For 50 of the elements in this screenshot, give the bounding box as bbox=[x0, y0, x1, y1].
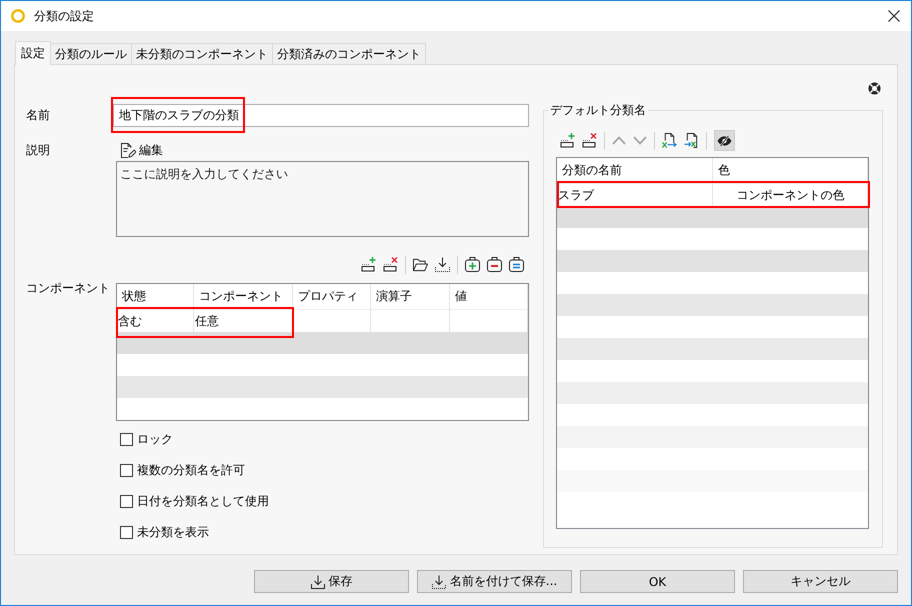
column-header: 色 bbox=[713, 158, 868, 183]
column-header: 状態 bbox=[117, 284, 194, 309]
edit-link[interactable]: 編集 bbox=[121, 142, 163, 159]
group-title: デフォルト分類名 bbox=[549, 104, 647, 117]
checkbox[interactable] bbox=[120, 495, 133, 508]
name-field[interactable]: 地下階のスラブの分類 bbox=[113, 104, 529, 127]
checkbox[interactable] bbox=[120, 526, 133, 539]
checkbox-label: ロック bbox=[137, 431, 173, 448]
cancel-button[interactable]: キャンセル bbox=[743, 570, 898, 593]
eye-slash-icon bbox=[717, 134, 732, 146]
remove-row-icon[interactable] bbox=[582, 133, 597, 148]
column-header: プロパティ bbox=[293, 284, 371, 309]
column-header: 分類の名前 bbox=[557, 158, 713, 183]
tab[interactable]: 設定 bbox=[15, 41, 51, 65]
window-title: 分類の設定 bbox=[34, 8, 95, 24]
download-icon bbox=[310, 574, 324, 588]
download-icon[interactable] bbox=[435, 257, 450, 272]
description-field[interactable]: ここに説明を入力してください bbox=[116, 161, 529, 237]
ok-button[interactable]: OK bbox=[580, 570, 735, 593]
checkbox-label: 未分類を表示 bbox=[137, 524, 209, 541]
checkbox-label: 複数の分類名を許可 bbox=[137, 462, 245, 479]
checkbox-label: 日付を分類名として使用 bbox=[137, 493, 269, 510]
ring-icon bbox=[11, 9, 25, 23]
add-row-icon[interactable] bbox=[361, 257, 376, 272]
field-label: 名前 bbox=[26, 107, 51, 124]
column-header: コンポーネント bbox=[194, 284, 293, 309]
bag-plus-icon[interactable] bbox=[465, 257, 480, 272]
column-header: 演算子 bbox=[371, 284, 450, 309]
table-cell: スラブ bbox=[557, 183, 713, 206]
save-button[interactable]: 保存 bbox=[254, 570, 409, 593]
field-label: コンポーネント bbox=[26, 280, 111, 297]
download-icon bbox=[432, 574, 446, 588]
document-pencil-icon bbox=[121, 143, 136, 158]
save-as-button[interactable]: 名前を付けて保存... bbox=[417, 570, 572, 593]
bag-list-icon[interactable] bbox=[509, 257, 524, 272]
tab[interactable]: 分類済みのコンポーネント bbox=[272, 43, 426, 64]
help-icon[interactable] bbox=[868, 82, 881, 95]
add-row-icon[interactable] bbox=[560, 133, 575, 148]
folder-icon[interactable] bbox=[413, 257, 428, 272]
checkbox[interactable] bbox=[120, 433, 133, 446]
document-import-icon[interactable] bbox=[684, 133, 699, 148]
column-header: 値 bbox=[450, 284, 528, 309]
checkbox[interactable] bbox=[120, 464, 133, 477]
hide-toggle-button[interactable] bbox=[714, 130, 735, 151]
document-export-icon[interactable] bbox=[662, 133, 677, 148]
bag-minus-icon[interactable] bbox=[487, 257, 502, 272]
remove-row-icon[interactable] bbox=[383, 257, 398, 272]
field-label: 説明 bbox=[26, 142, 51, 159]
table-cell: コンポーネントの色 bbox=[713, 183, 868, 206]
close-icon[interactable] bbox=[888, 10, 900, 22]
